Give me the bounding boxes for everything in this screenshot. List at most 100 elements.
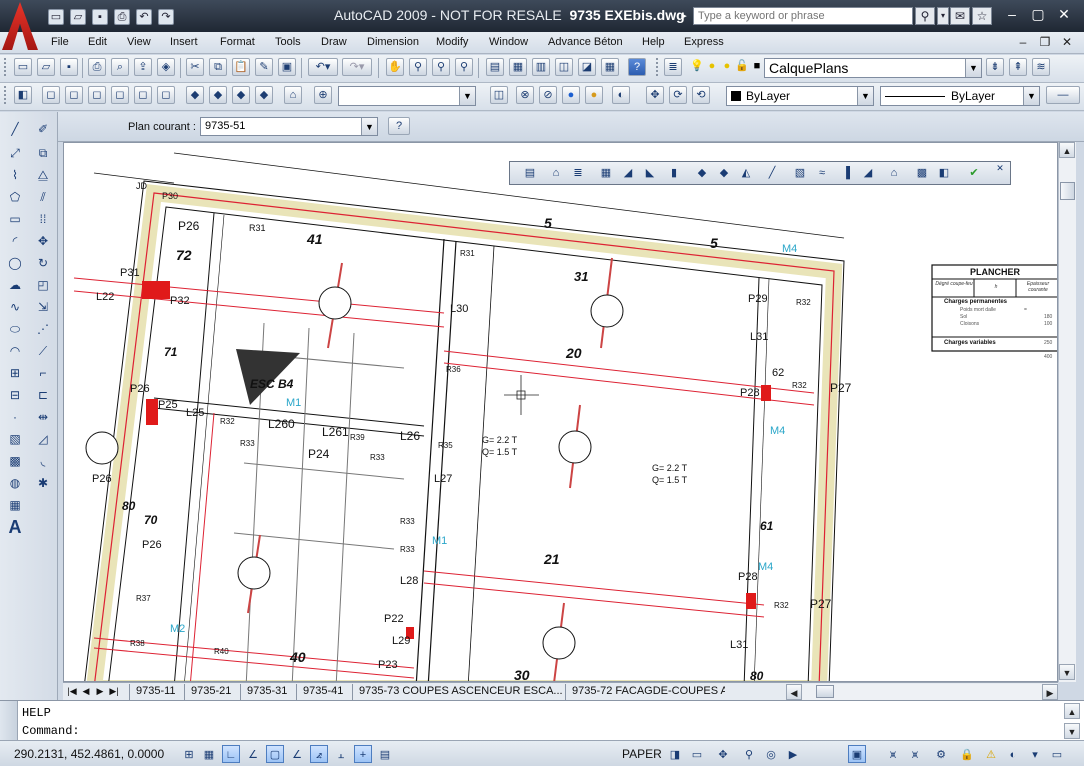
visual-style-manager-icon[interactable]: ◐ — [612, 86, 630, 104]
new-icon[interactable]: ▭ — [48, 9, 64, 25]
region-icon[interactable]: ◍ — [6, 474, 24, 492]
clean-screen-icon[interactable]: ▭ — [1048, 745, 1066, 763]
toolbar-grip[interactable] — [656, 58, 660, 76]
toolbar-grip[interactable] — [4, 86, 8, 104]
block-editor-icon[interactable]: ▣ — [278, 58, 296, 76]
beton-tool-icon[interactable]: ▩ — [914, 165, 930, 181]
copy-object-icon[interactable]: ⧉ — [34, 144, 52, 162]
first-tab-icon[interactable]: |◀ — [65, 684, 79, 699]
showmotion-icon[interactable]: ▶ — [784, 745, 802, 763]
search-icon[interactable]: ⚲ — [915, 7, 935, 25]
layout-tab[interactable]: 9735-21 — [184, 684, 237, 700]
redo-icon[interactable]: ↷ — [158, 9, 174, 25]
ellipse-arc-icon[interactable]: ◠ — [6, 342, 24, 360]
search-expand-icon[interactable]: ▸ — [676, 9, 692, 25]
point-icon[interactable]: · — [6, 408, 24, 426]
join-icon[interactable]: ⇹ — [34, 408, 52, 426]
chevron-down-icon[interactable]: ▼ — [459, 87, 475, 105]
chevron-down-icon[interactable]: ▼ — [965, 59, 981, 77]
object-snap-icon[interactable]: ▢ — [266, 745, 284, 763]
command-prompt[interactable]: Command: — [22, 724, 80, 738]
mirror-icon[interactable]: ⧋ — [34, 166, 52, 184]
dynamic-ucs-icon[interactable]: ⦨ — [310, 745, 328, 763]
favorites-star-icon[interactable]: ☆ — [972, 7, 992, 25]
plot-icon[interactable]: ⎙ — [88, 58, 106, 76]
multiline-text-icon[interactable]: A — [6, 518, 24, 536]
redo-dropdown-icon[interactable]: ↷▾ — [342, 58, 372, 76]
qnew-icon[interactable]: ▭ — [14, 58, 32, 76]
snap-mode-icon[interactable]: ⊞ — [180, 745, 198, 763]
make-object-layer-current-icon[interactable]: ⇟ — [986, 58, 1004, 76]
zoom-status-icon[interactable]: ⚲ — [740, 745, 758, 763]
erase-icon[interactable]: ✐ — [34, 120, 52, 138]
search-dropdown-icon[interactable]: ▾ — [937, 7, 949, 25]
rectangle-icon[interactable]: ▭ — [6, 210, 24, 228]
copy-icon[interactable]: ⧉ — [209, 58, 227, 76]
ne-iso-view-icon[interactable]: ◆ — [232, 86, 250, 104]
plot-preview-icon[interactable]: ⌕ — [111, 58, 129, 76]
match-properties-icon[interactable]: ✎ — [255, 58, 273, 76]
horizontal-scroll-thumb[interactable] — [816, 685, 834, 698]
chamfer-icon[interactable]: ◿ — [34, 430, 52, 448]
move-icon[interactable]: ✥ — [34, 232, 52, 250]
layer-manager-icon[interactable]: ≣ — [664, 58, 682, 76]
save-icon[interactable]: ▪ — [92, 9, 108, 25]
break-icon[interactable]: ⊏ — [34, 386, 52, 404]
drawing-canvas[interactable]: JD P30 P26 72 R31 41 5 5 M4 P31 P32 L22 31 P29 R32 L30 R… — [63, 142, 1058, 682]
scale-icon[interactable]: ◰ — [34, 276, 52, 294]
zoom-previous-icon[interactable]: ⚲ — [455, 58, 473, 76]
sheet-set-icon[interactable]: ◫ — [555, 58, 573, 76]
plan-courant-combo[interactable]: 9735-51 ▼ — [200, 117, 378, 136]
maximize-button[interactable]: ▢ — [1026, 4, 1050, 24]
beton-tool-icon[interactable]: ▧ — [792, 165, 808, 181]
beton-tool-icon[interactable]: ◭ — [738, 165, 754, 181]
coordinates-readout[interactable]: 290.2131, 452.4861, 0.0000 — [14, 747, 164, 761]
open-file-icon[interactable]: ▱ — [37, 58, 55, 76]
next-tab-icon[interactable]: ▶ — [93, 684, 107, 699]
left-view-icon[interactable]: ◻ — [88, 86, 106, 104]
beton-tool-icon[interactable]: ⌂ — [886, 165, 902, 181]
beton-tool-icon[interactable]: ╱ — [764, 165, 780, 181]
menu-express[interactable]: Express — [684, 36, 724, 48]
layer-combo[interactable]: CalquePlans ▼ — [764, 58, 982, 78]
model-icon[interactable]: ◨ — [666, 745, 684, 763]
beton-tool-icon[interactable]: ◆ — [716, 165, 732, 181]
menu-window[interactable]: Window — [489, 36, 528, 48]
table-icon[interactable]: ▦ — [6, 496, 24, 514]
trim-icon[interactable]: ⋰ — [34, 320, 52, 338]
stretch-icon[interactable]: ⇲ — [34, 298, 52, 316]
3d-orbit-icon[interactable]: ✥ — [646, 86, 664, 104]
properties-icon[interactable]: ▤ — [486, 58, 504, 76]
fillet-icon[interactable]: ◟ — [34, 452, 52, 470]
break-at-point-icon[interactable]: ⌐ — [34, 364, 52, 382]
save-file-icon[interactable]: ▪ — [60, 58, 78, 76]
pan-status-icon[interactable]: ✥ — [714, 745, 732, 763]
ucs-icon[interactable]: ⊕ — [314, 86, 332, 104]
vertical-scroll-thumb[interactable] — [1060, 182, 1075, 200]
ellipse-icon[interactable]: ⬭ — [6, 320, 24, 338]
previous-tab-icon[interactable]: ◀ — [79, 684, 93, 699]
menu-draw[interactable]: Draw — [321, 36, 347, 48]
free-orbit-icon[interactable]: ⟳ — [669, 86, 687, 104]
beton-tool-icon[interactable]: ▮ — [666, 165, 682, 181]
layout-tab[interactable]: 9735-31 — [240, 684, 293, 700]
polygon-icon[interactable]: ⬠ — [6, 188, 24, 206]
gradient-icon[interactable]: ▩ — [6, 452, 24, 470]
workspace-switching-icon[interactable]: ⚙ — [932, 745, 950, 763]
paper-space-toggle[interactable]: PAPER — [622, 747, 662, 761]
menu-view[interactable]: View — [127, 36, 151, 48]
scroll-up-icon[interactable]: ▲ — [1059, 142, 1075, 158]
3d-dwf-icon[interactable]: ◈ — [157, 58, 175, 76]
beton-tool-icon[interactable]: ≈ — [814, 165, 830, 181]
last-tab-icon[interactable]: ▶| — [107, 684, 121, 699]
extend-icon[interactable]: ⟋ — [34, 342, 52, 360]
close-icon[interactable]: ✕ — [994, 162, 1006, 174]
beton-tool-icon[interactable]: ▤ — [522, 165, 538, 181]
minimize-button[interactable]: – — [1000, 4, 1024, 24]
circle-icon[interactable]: ◯ — [6, 254, 24, 272]
beton-tool-icon[interactable]: ▐ — [838, 165, 854, 181]
plan-help-icon[interactable]: ? — [388, 117, 410, 135]
undo-icon[interactable]: ↶ — [136, 9, 152, 25]
offset-icon[interactable]: ⫽ — [34, 188, 52, 206]
3d-hidden-icon[interactable]: ⊘ — [539, 86, 557, 104]
